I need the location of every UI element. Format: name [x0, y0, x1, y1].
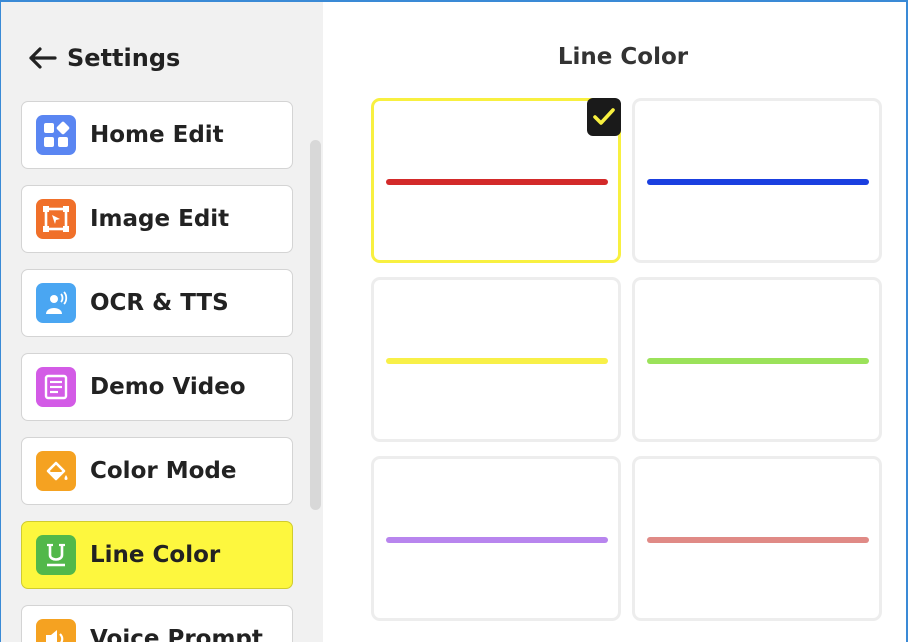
sidebar-item-line-color[interactable]: Line Color: [21, 521, 293, 589]
sidebar-item-home-edit[interactable]: Home Edit: [21, 101, 293, 169]
sidebar-item-label: Voice Prompt: [90, 626, 263, 642]
sidebar-item-image-edit[interactable]: Image Edit: [21, 185, 293, 253]
volume-icon: [36, 619, 76, 642]
sidebar-header: Settings: [27, 40, 180, 76]
paint-bucket-icon: [36, 451, 76, 491]
color-line-sample: [647, 537, 869, 543]
sidebar-title: Settings: [67, 44, 181, 72]
sidebar-scrollbar[interactable]: [310, 140, 321, 510]
sidebar-item-label: Demo Video: [90, 374, 246, 400]
image-crop-icon: [36, 199, 76, 239]
sidebar-item-color-mode[interactable]: Color Mode: [21, 437, 293, 505]
color-line-sample: [647, 179, 869, 185]
arrow-left-icon[interactable]: [27, 46, 57, 70]
line-color-swatch-blue[interactable]: [632, 98, 882, 263]
line-color-swatch-yellow[interactable]: [371, 277, 621, 442]
color-line-sample: [386, 537, 608, 543]
line-color-swatch-green[interactable]: [632, 277, 882, 442]
sidebar-item-label: Line Color: [90, 542, 221, 568]
checkmark-icon: [587, 98, 621, 136]
line-color-panel: Line Color: [323, 2, 906, 642]
sidebar-item-label: Home Edit: [90, 122, 224, 148]
settings-sidebar: Settings Home Edit Image Edit OCR & TTS …: [1, 2, 323, 642]
line-color-swatch-pink[interactable]: [632, 456, 882, 621]
sidebar-item-label: Color Mode: [90, 458, 237, 484]
sidebar-item-label: OCR & TTS: [90, 290, 229, 316]
line-color-swatch-red[interactable]: [371, 98, 621, 263]
sidebar-item-ocr-tts[interactable]: OCR & TTS: [21, 269, 293, 337]
underline-icon: [36, 535, 76, 575]
app-window: Settings Home Edit Image Edit OCR & TTS …: [0, 0, 908, 642]
sidebar-item-voice-prompt[interactable]: Voice Prompt: [21, 605, 293, 642]
document-lines-icon: [36, 367, 76, 407]
color-line-sample: [647, 358, 869, 364]
line-color-swatch-purple[interactable]: [371, 456, 621, 621]
page-title: Line Color: [557, 44, 689, 70]
color-line-sample: [386, 358, 608, 364]
grid-shapes-icon: [36, 115, 76, 155]
sidebar-item-label: Image Edit: [90, 206, 230, 232]
color-line-sample: [386, 179, 608, 185]
speaker-person-icon: [36, 283, 76, 323]
sidebar-item-demo-video[interactable]: Demo Video: [21, 353, 293, 421]
